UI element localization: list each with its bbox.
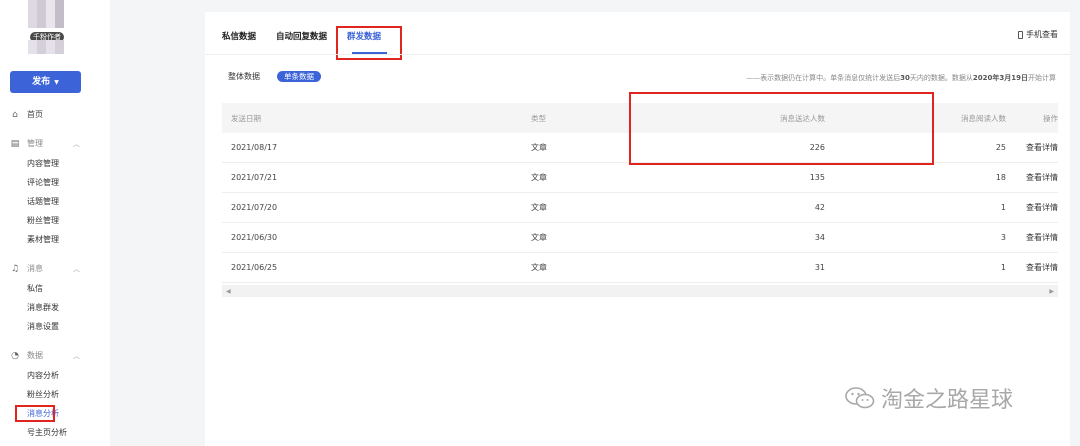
highlight-box xyxy=(15,405,55,422)
cell-read: 18 xyxy=(995,173,1006,182)
cell-type: 文章 xyxy=(531,173,547,182)
divider xyxy=(205,54,1070,55)
cell-read: 1 xyxy=(1000,263,1006,272)
mobile-view-link[interactable]: 手机查看 xyxy=(1018,29,1058,40)
horizontal-scrollbar[interactable]: ◀ ▶ xyxy=(222,285,1058,297)
sidebar-item-topics[interactable]: 话题管理 xyxy=(27,196,59,207)
cell-date: 2021/06/30 xyxy=(231,233,278,242)
col-action: 操作 xyxy=(1043,113,1058,123)
note-suffix: 开始计算 xyxy=(1028,74,1056,82)
note-prefix: ——表示数据仍在计算中。单条消息仅统计发送后 xyxy=(746,74,901,82)
note-mid: 天内的数据。数据从 xyxy=(909,74,973,82)
sidebar-item-message-settings[interactable]: 消息设置 xyxy=(27,321,59,332)
highlight-box xyxy=(629,92,934,165)
table-row: 2021/06/30 文章 34 3 查看详情 xyxy=(222,223,1058,253)
cell-type: 文章 xyxy=(531,263,547,272)
publish-label: 发布 xyxy=(32,77,51,87)
main-panel: 私信数据 自动回复数据 群发数据 手机查看 整体数据 单条数据 ——表示数据仍在… xyxy=(205,12,1070,446)
sidebar-item-mass-messages[interactable]: 消息群发 xyxy=(27,302,59,313)
sidebar: 千粉作者 发布 ▼ ⌂ 首页 ▤ 管理 ︿ 内容管理 评论管理 话题管理 粉丝管理… xyxy=(0,0,110,446)
mobile-view-label: 手机查看 xyxy=(1026,30,1058,39)
cell-type: 文章 xyxy=(531,203,547,212)
note-date: 2020年3月19日 xyxy=(972,74,1028,82)
cell-date: 2021/08/17 xyxy=(231,143,278,152)
chevron-up-icon: ︿ xyxy=(73,351,80,360)
data-note: ——表示数据仍在计算中。单条消息仅统计发送后30天内的数据。数据从2020年3月… xyxy=(746,73,1056,83)
cell-delivered: 34 xyxy=(814,233,825,242)
nav-home-label: 首页 xyxy=(27,110,43,119)
sidebar-item-homepage-analysis[interactable]: 号主页分析 xyxy=(27,427,67,438)
cell-date: 2021/07/20 xyxy=(231,203,278,212)
sidebar-item-content-analysis[interactable]: 内容分析 xyxy=(27,370,59,381)
cell-read: 1 xyxy=(1000,203,1006,212)
sidebar-item-fans[interactable]: 粉丝管理 xyxy=(27,215,59,226)
nav-group-label: 消息 xyxy=(27,264,43,273)
cell-date: 2021/07/21 xyxy=(231,173,278,182)
subtab-overall[interactable]: 整体数据 xyxy=(228,71,260,82)
chart-circle-icon: ◔ xyxy=(11,350,19,361)
bell-icon: ♫ xyxy=(10,263,20,274)
cell-date: 2021/06/25 xyxy=(231,263,278,272)
nav-group-messages[interactable]: ♫ 消息 ︿ xyxy=(10,263,80,274)
sidebar-item-fan-analysis[interactable]: 粉丝分析 xyxy=(27,389,59,400)
col-send-date: 发送日期 xyxy=(231,113,261,123)
note-days: 30 xyxy=(900,74,910,82)
nav-home[interactable]: ⌂ 首页 xyxy=(10,109,43,120)
wechat-icon xyxy=(845,387,875,409)
scroll-left-icon[interactable]: ◀ xyxy=(226,288,231,295)
subtab-single[interactable]: 单条数据 xyxy=(277,71,321,82)
cell-read: 3 xyxy=(1000,233,1006,242)
subtab-bar: 整体数据 单条数据 xyxy=(228,71,338,82)
view-details-link[interactable]: 查看详情 xyxy=(1021,262,1058,273)
chevron-up-icon: ︿ xyxy=(73,139,80,148)
tab-private-data[interactable]: 私信数据 xyxy=(222,30,256,42)
sidebar-item-comments[interactable]: 评论管理 xyxy=(27,177,59,188)
avatar[interactable] xyxy=(28,0,64,28)
table-row: 2021/06/25 文章 31 1 查看详情 xyxy=(222,253,1058,283)
view-details-link[interactable]: 查看详情 xyxy=(1021,142,1058,153)
watermark: 淘金之路星球 xyxy=(845,382,1013,414)
tab-auto-reply-data[interactable]: 自动回复数据 xyxy=(276,30,327,42)
account-name-blurred xyxy=(28,40,64,54)
caret-down-icon: ▼ xyxy=(54,79,59,86)
view-details-link[interactable]: 查看详情 xyxy=(1021,202,1058,213)
cell-delivered: 135 xyxy=(809,173,825,182)
watermark-text: 淘金之路星球 xyxy=(881,388,1014,413)
cell-delivered: 31 xyxy=(814,263,825,272)
view-details-link[interactable]: 查看详情 xyxy=(1021,172,1058,183)
nav-group-data[interactable]: ◔ 数据 ︿ xyxy=(10,350,80,361)
scroll-right-icon[interactable]: ▶ xyxy=(1049,288,1054,295)
cell-delivered: 42 xyxy=(814,203,825,212)
table-row: 2021/07/21 文章 135 18 查看详情 xyxy=(222,163,1058,193)
document-icon: ▤ xyxy=(10,138,20,149)
nav-group-label: 数据 xyxy=(27,351,43,360)
chevron-up-icon: ︿ xyxy=(73,264,80,273)
view-details-link[interactable]: 查看详情 xyxy=(1021,232,1058,243)
table-row: 2021/07/20 文章 42 1 查看详情 xyxy=(222,193,1058,223)
sidebar-item-private-messages[interactable]: 私信 xyxy=(27,283,43,294)
publish-button[interactable]: 发布 ▼ xyxy=(10,71,81,93)
cell-type: 文章 xyxy=(531,233,547,242)
phone-icon xyxy=(1018,30,1023,39)
sidebar-item-materials[interactable]: 素材管理 xyxy=(27,234,59,245)
nav-group-label: 管理 xyxy=(27,139,43,148)
sidebar-item-content[interactable]: 内容管理 xyxy=(27,158,59,169)
nav-group-manage[interactable]: ▤ 管理 ︿ xyxy=(10,138,80,149)
home-icon: ⌂ xyxy=(12,109,18,120)
